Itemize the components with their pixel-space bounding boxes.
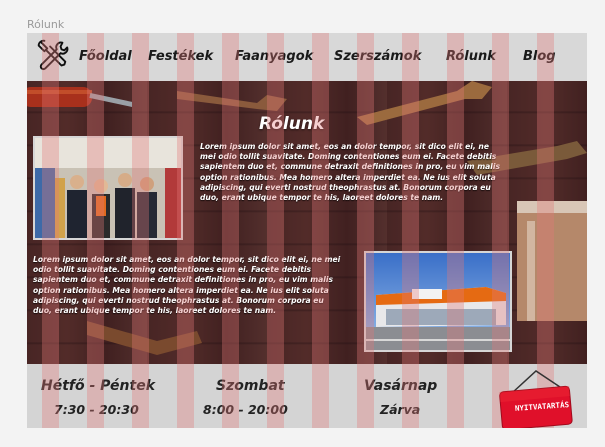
wrench-icon	[357, 81, 492, 125]
nav-item-rolunk[interactable]: Rólunk	[446, 49, 496, 64]
nav-item-blog[interactable]: Blog	[523, 49, 556, 64]
about-paragraph-1: Lorem ipsum dolor sit amet, eos an dolor…	[200, 142, 500, 203]
tools-logo-icon[interactable]	[33, 37, 71, 75]
about-paragraph-2: Lorem ipsum dolor sit amet, eos an dolor…	[33, 255, 341, 316]
team-photo	[33, 136, 183, 240]
paint-can-icon	[517, 201, 587, 321]
page-title: Rólunk	[259, 114, 325, 134]
nav-item-festekek[interactable]: Festékek	[148, 49, 213, 64]
pliers-icon	[87, 321, 202, 355]
weekday-hours: 7:30 - 20:30	[54, 402, 139, 417]
nav-item-faanyagok[interactable]: Faanyagok	[235, 49, 313, 64]
sunday-label: Vasárnap	[364, 378, 438, 394]
page-frame: Főoldal Festékek Faanyagok Szerszámok Ró…	[27, 33, 587, 428]
nav-item-fooldal[interactable]: Főoldal	[79, 49, 132, 64]
window-title: Rólunk	[27, 18, 65, 31]
sunday-hours: Zárva	[380, 402, 421, 417]
open-hours-sign-icon[interactable]	[498, 369, 574, 428]
navbar: Főoldal Festékek Faanyagok Szerszámok Ró…	[27, 33, 587, 81]
hero-background: Rólunk Lorem ipsum dolor sit amet, eos a…	[27, 81, 587, 364]
screwdriver-icon	[27, 87, 132, 108]
saturday-label: Szombat	[216, 378, 285, 394]
nav-item-szerszamok[interactable]: Szerszámok	[334, 49, 421, 64]
weekday-label: Hétfő - Péntek	[41, 378, 156, 394]
store-photo	[364, 251, 512, 352]
saturday-hours: 8:00 - 20:00	[203, 402, 288, 417]
